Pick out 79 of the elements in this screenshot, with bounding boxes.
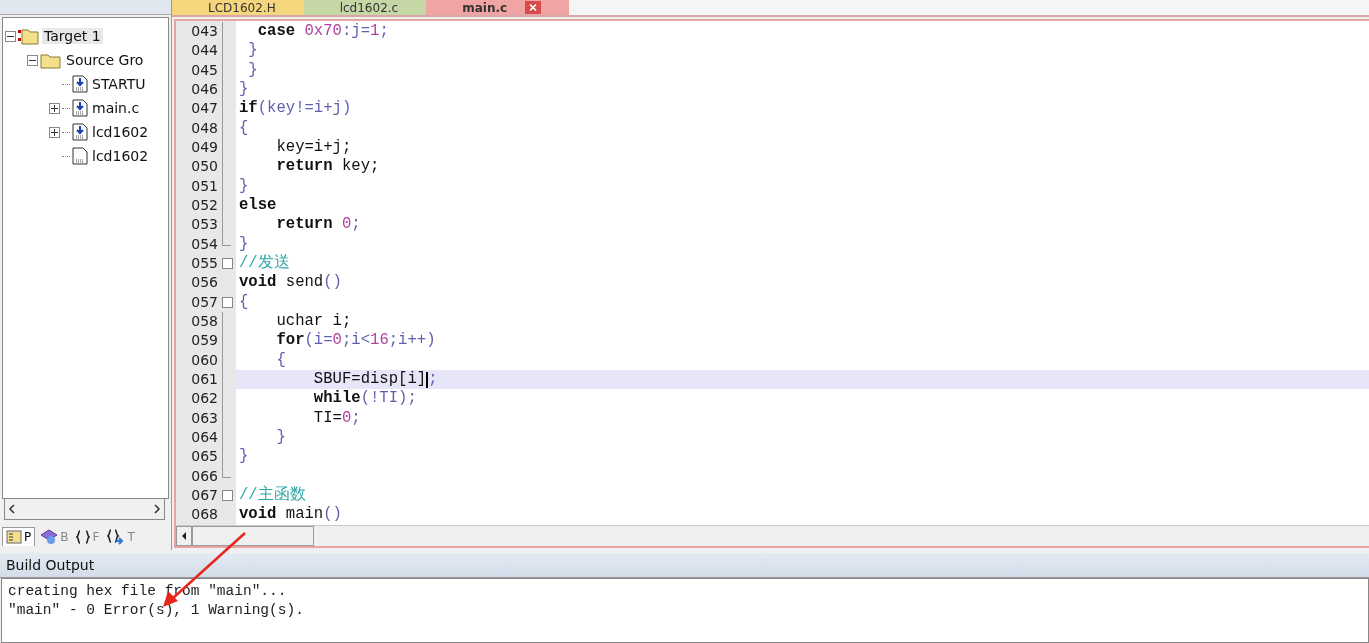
code-token: for xyxy=(275,331,305,351)
code-token: 0x70 xyxy=(303,22,342,42)
code-token: case xyxy=(256,22,296,42)
code-token: ; xyxy=(351,408,361,428)
code-token: 16 xyxy=(370,331,389,351)
code-token: //发送 xyxy=(239,253,290,274)
expand-icon[interactable] xyxy=(49,126,60,138)
code-token: key=i+j; xyxy=(275,137,352,158)
tree-item[interactable]: STARTU xyxy=(90,76,148,92)
code-token: () xyxy=(323,505,342,525)
expand-icon[interactable] xyxy=(49,102,60,114)
code-token: uchar i; xyxy=(275,311,352,332)
code-token: } xyxy=(239,80,249,100)
code-token: ;i++) xyxy=(388,331,436,351)
close-icon[interactable] xyxy=(525,1,542,14)
scroll-left-icon[interactable] xyxy=(176,525,192,546)
tree-item[interactable]: lcd1602 xyxy=(90,124,151,140)
code-token: 1 xyxy=(370,22,380,42)
project-icon xyxy=(6,530,22,545)
folder-icon xyxy=(40,51,62,69)
code-token: 0 xyxy=(332,331,342,351)
source-file-icon xyxy=(72,99,88,117)
code-token: :j= xyxy=(341,22,371,42)
tree-item[interactable]: Target 1 xyxy=(42,28,103,44)
code-token: main xyxy=(284,505,324,525)
panel-tab[interactable]: P xyxy=(2,527,36,547)
code-token: } xyxy=(247,41,258,61)
code-token: { xyxy=(275,350,286,370)
fold-icon[interactable] xyxy=(222,296,233,308)
code-token: (i= xyxy=(304,331,333,351)
code-token: } xyxy=(247,60,258,80)
collapse-icon[interactable] xyxy=(5,30,16,42)
fold-icon[interactable] xyxy=(222,258,233,270)
scrollbar-thumb[interactable] xyxy=(192,525,314,546)
source-file-icon xyxy=(72,123,88,141)
file-tab[interactable]: LCD1602.H xyxy=(172,0,304,15)
code-token: TI= xyxy=(312,408,342,428)
code-token: void xyxy=(239,273,277,293)
file-tab[interactable]: main.c xyxy=(426,0,570,15)
braces-arrow-icon xyxy=(107,528,126,545)
scrollbar[interactable] xyxy=(4,498,165,520)
collapse-icon[interactable] xyxy=(27,54,38,66)
target-folder-icon xyxy=(18,27,40,45)
code-token: { xyxy=(239,292,249,312)
code-token: void xyxy=(239,505,277,525)
code-token: } xyxy=(239,234,249,254)
code-token: (key!=i+j) xyxy=(257,99,352,119)
code-token: () xyxy=(323,273,342,293)
code-token: } xyxy=(275,427,286,448)
code-token: } xyxy=(239,447,249,467)
code-token: return xyxy=(275,215,333,235)
fold-icon[interactable] xyxy=(222,490,233,502)
code-token: ;i< xyxy=(341,331,371,351)
code-token: else xyxy=(239,195,277,216)
tree-item[interactable]: Source Gro xyxy=(64,52,146,68)
code-token: send xyxy=(284,273,324,293)
code-token: key; xyxy=(340,157,380,177)
code-token: 0 xyxy=(341,408,352,428)
code-token: while xyxy=(312,389,361,409)
code-token: return xyxy=(275,157,333,177)
code-token: (!TI); xyxy=(360,389,417,409)
code-token: ; xyxy=(351,215,361,235)
code-token: SBUF=disp[i] xyxy=(312,369,427,390)
file-icon xyxy=(72,147,88,165)
code-token: ; xyxy=(379,22,389,42)
book-icon xyxy=(40,528,59,545)
file-tab[interactable]: lcd1602.c xyxy=(303,0,427,15)
source-file-icon xyxy=(72,75,88,93)
code-token: } xyxy=(239,176,249,196)
code-token: //主函数 xyxy=(239,485,306,506)
code-token: if xyxy=(239,99,258,119)
code-token: 0 xyxy=(340,215,352,235)
output-line: "main" - 0 Error(s), 1 Warning(s). xyxy=(8,601,305,620)
tree-item[interactable]: lcd1602 xyxy=(90,148,151,164)
braces-icon xyxy=(76,529,91,544)
panel-title: Build Output xyxy=(0,553,1369,578)
code-token: { xyxy=(239,118,249,138)
tree-item[interactable]: main.c xyxy=(90,100,142,116)
code-token: ; xyxy=(428,369,438,390)
